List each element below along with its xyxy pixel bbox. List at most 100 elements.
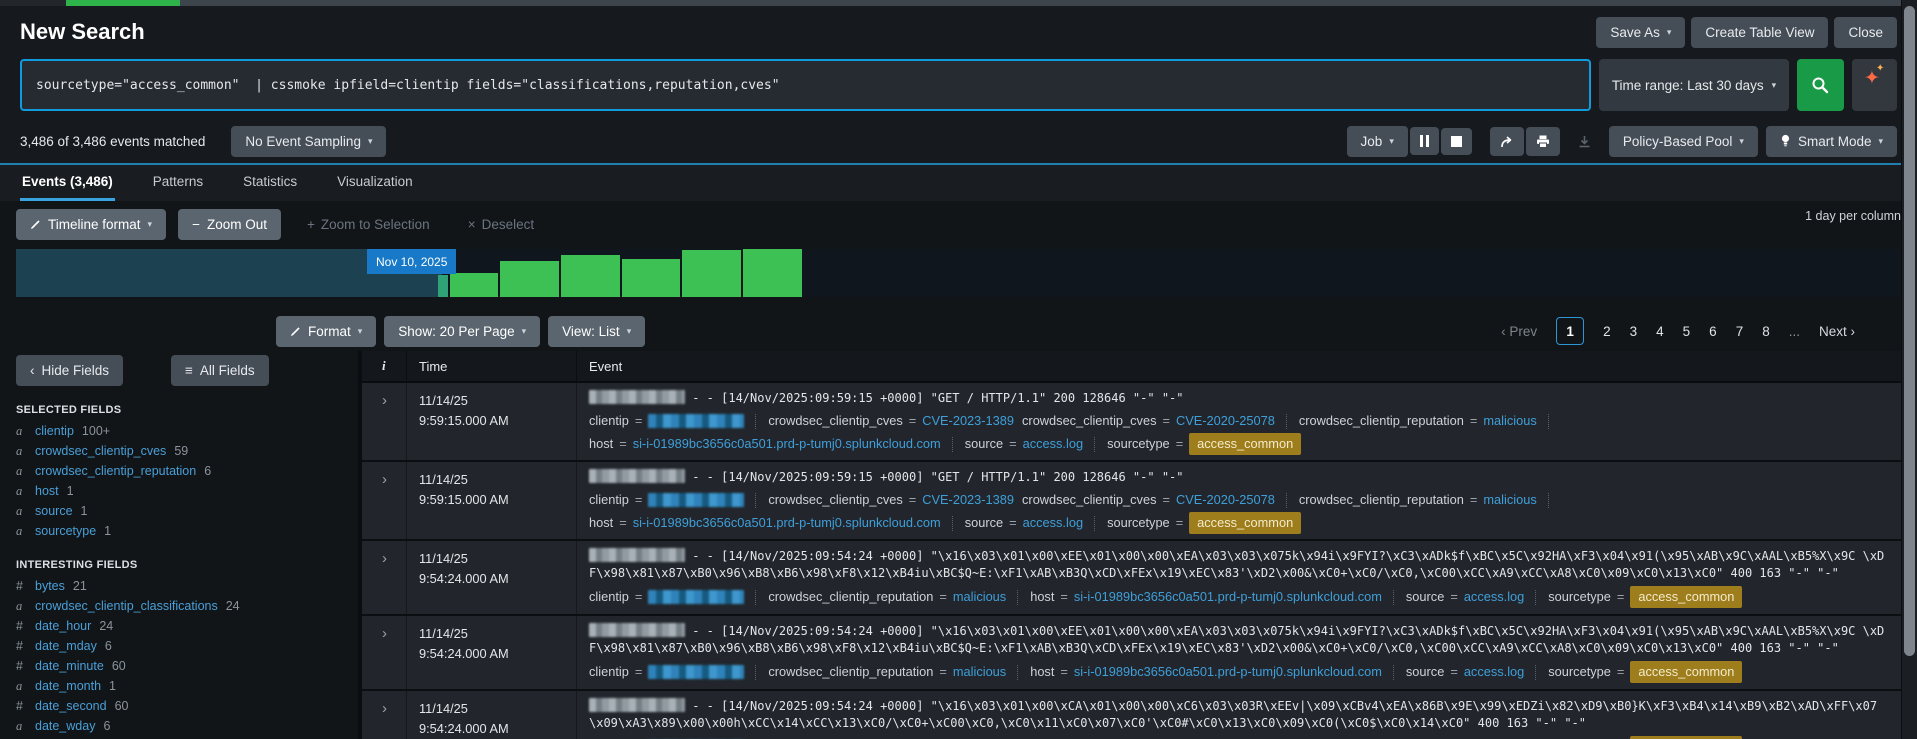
event-field-source[interactable]: source=access.log [965,513,1083,533]
event-field-sourcetype[interactable]: sourcetype=access_common [1548,661,1742,683]
event-field-source[interactable]: source=access.log [1406,662,1524,682]
sidebar-field-host[interactable]: ahost1 [16,481,358,501]
event-field-source[interactable]: source=access.log [965,434,1083,454]
all-fields-button[interactable]: ≡ All Fields [171,355,269,386]
field-value-link[interactable]: CVE-2023-1389 [922,490,1014,510]
expand-cell[interactable]: › [362,462,406,539]
policy-pool-dropdown[interactable]: Policy-Based Pool ▾ [1609,126,1758,157]
sidebar-field-date_mday[interactable]: #date_mday6 [16,636,358,656]
event-field-sourcetype[interactable]: sourcetype=access_common [1548,586,1742,608]
deselect-button[interactable]: × Deselect [468,217,534,232]
pagination-page-1[interactable]: 1 [1556,317,1584,345]
page-scrollbar[interactable] [1901,0,1917,739]
save-as-button[interactable]: Save As ▾ [1596,17,1685,48]
export-results-button[interactable] [1572,129,1597,154]
event-field-host[interactable]: host=si-i-01989bc3656c0a501.prd-p-tumj0.… [589,513,941,533]
pagination-page-2[interactable]: 2 [1603,324,1611,339]
field-value-highlighted[interactable]: access_common [1630,586,1742,608]
sidebar-field-source[interactable]: asource1 [16,501,358,521]
zoom-to-selection-button[interactable]: + Zoom to Selection [307,217,430,232]
event-field-clientip[interactable]: clientip= [589,490,744,510]
create-table-view-button[interactable]: Create Table View [1691,17,1828,48]
event-field-crowdsec_clientip_cves[interactable]: crowdsec_clientip_cves=CVE-2020-25078 [1022,411,1275,431]
event-field-sourcetype[interactable]: sourcetype=access_common [1107,512,1301,534]
field-value-link[interactable]: CVE-2020-25078 [1176,411,1275,431]
sidebar-field-date_second[interactable]: #date_second60 [16,696,358,716]
field-value-link[interactable]: access.log [1023,513,1083,533]
close-button[interactable]: Close [1834,17,1897,48]
timeline-bar-4[interactable] [561,255,620,297]
event-field-crowdsec_clientip_reputation[interactable]: crowdsec_clientip_reputation=malicious [1299,490,1537,510]
expand-cell[interactable]: › [362,541,406,614]
share-job-button[interactable] [1490,127,1524,156]
sidebar-field-crowdsec_clientip_classifications[interactable]: acrowdsec_clientip_classifications24 [16,596,358,616]
field-value-link[interactable]: CVE-2020-25078 [1176,490,1275,510]
timeline-bar-1[interactable] [438,275,448,297]
field-value-link[interactable]: access.log [1464,587,1524,607]
sidebar-field-date_month[interactable]: adate_month1 [16,676,358,696]
search-input[interactable]: sourcetype="access_common" | cssmoke ipf… [20,59,1591,111]
field-value-link[interactable]: malicious [953,662,1006,682]
job-menu-button[interactable]: Job ▾ [1347,126,1408,157]
timeline-bar-3[interactable] [500,261,559,297]
event-field-host[interactable]: host=si-i-01989bc3656c0a501.prd-p-tumj0.… [589,434,941,454]
field-value-link[interactable]: access.log [1464,662,1524,682]
timeline-format-dropdown[interactable]: Timeline format ▾ [16,209,166,240]
sidebar-field-sourcetype[interactable]: asourcetype1 [16,521,358,541]
field-value-highlighted[interactable]: access_common [1189,433,1301,455]
pagination-page-7[interactable]: 7 [1736,324,1744,339]
tab-visualization[interactable]: Visualization [335,165,415,201]
field-value-link[interactable]: si-i-01989bc3656c0a501.prd-p-tumj0.splun… [1074,587,1382,607]
format-dropdown[interactable]: Format ▾ [276,316,376,347]
field-value-link[interactable]: malicious [1483,411,1536,431]
zoom-out-button[interactable]: − Zoom Out [178,209,281,240]
event-field-crowdsec_clientip_reputation[interactable]: crowdsec_clientip_reputation=malicious [768,587,1006,607]
ai-assistant-button[interactable]: ✦ ✦ [1852,59,1897,111]
field-value-link[interactable]: si-i-01989bc3656c0a501.prd-p-tumj0.splun… [633,434,941,454]
field-value-link[interactable]: access.log [1023,434,1083,454]
sidebar-field-date_wday[interactable]: adate_wday6 [16,716,358,736]
field-value-link[interactable]: si-i-01989bc3656c0a501.prd-p-tumj0.splun… [633,513,941,533]
field-value-link[interactable]: si-i-01989bc3656c0a501.prd-p-tumj0.splun… [1074,662,1382,682]
event-field-crowdsec_clientip_cves[interactable]: crowdsec_clientip_cves=CVE-2023-1389 [768,490,1014,510]
sidebar-field-crowdsec_clientip_cves[interactable]: acrowdsec_clientip_cves59 [16,441,358,461]
search-mode-dropdown[interactable]: Smart Mode ▾ [1766,126,1897,157]
pagination-page-3[interactable]: 3 [1630,324,1638,339]
event-field-clientip[interactable]: clientip= [589,411,744,431]
tab-statistics[interactable]: Statistics [241,165,299,201]
stop-job-button[interactable] [1441,128,1472,155]
event-field-clientip[interactable]: clientip= [589,587,744,607]
event-field-crowdsec_clientip_cves[interactable]: crowdsec_clientip_cves=CVE-2023-1389 [768,411,1014,431]
field-value-highlighted[interactable]: access_common [1630,661,1742,683]
event-field-host[interactable]: host=si-i-01989bc3656c0a501.prd-p-tumj0.… [1030,662,1382,682]
pagination-prev[interactable]: ‹ Prev [1501,324,1537,339]
pagination-page-8[interactable]: 8 [1762,324,1770,339]
sidebar-field-date_minute[interactable]: #date_minute60 [16,656,358,676]
print-job-button[interactable] [1526,127,1560,156]
field-value-link[interactable]: malicious [953,587,1006,607]
event-field-crowdsec_clientip_reputation[interactable]: crowdsec_clientip_reputation=malicious [768,662,1006,682]
event-field-source[interactable]: source=access.log [1406,587,1524,607]
tab-events[interactable]: Events (3,486) [20,165,115,201]
tab-patterns[interactable]: Patterns [151,165,205,201]
field-value-link[interactable]: CVE-2023-1389 [922,411,1014,431]
per-page-dropdown[interactable]: Show: 20 Per Page ▾ [384,316,540,347]
search-button[interactable] [1797,59,1844,111]
field-value-highlighted[interactable]: access_common [1189,512,1301,534]
expand-cell[interactable]: › [362,383,406,460]
sidebar-field-bytes[interactable]: #bytes21 [16,576,358,596]
event-field-host[interactable]: host=si-i-01989bc3656c0a501.prd-p-tumj0.… [1030,587,1382,607]
timeline-bar-6[interactable] [682,250,741,297]
timeline-bar-5[interactable] [622,259,680,297]
event-field-sourcetype[interactable]: sourcetype=access_common [1107,433,1301,455]
pagination-next[interactable]: Next › [1819,324,1855,339]
event-sampling-dropdown[interactable]: No Event Sampling ▾ [231,126,386,157]
event-field-clientip[interactable]: clientip= [589,662,744,682]
hide-fields-button[interactable]: ‹ Hide Fields [16,355,123,386]
pagination-page-6[interactable]: 6 [1709,324,1717,339]
timeline-histogram[interactable]: Nov 10, 2025 [16,249,1901,297]
time-range-picker[interactable]: Time range: Last 30 days ▾ [1599,59,1789,111]
pagination-page-4[interactable]: 4 [1656,324,1664,339]
field-value-link[interactable]: malicious [1483,490,1536,510]
pause-job-button[interactable] [1410,127,1439,155]
